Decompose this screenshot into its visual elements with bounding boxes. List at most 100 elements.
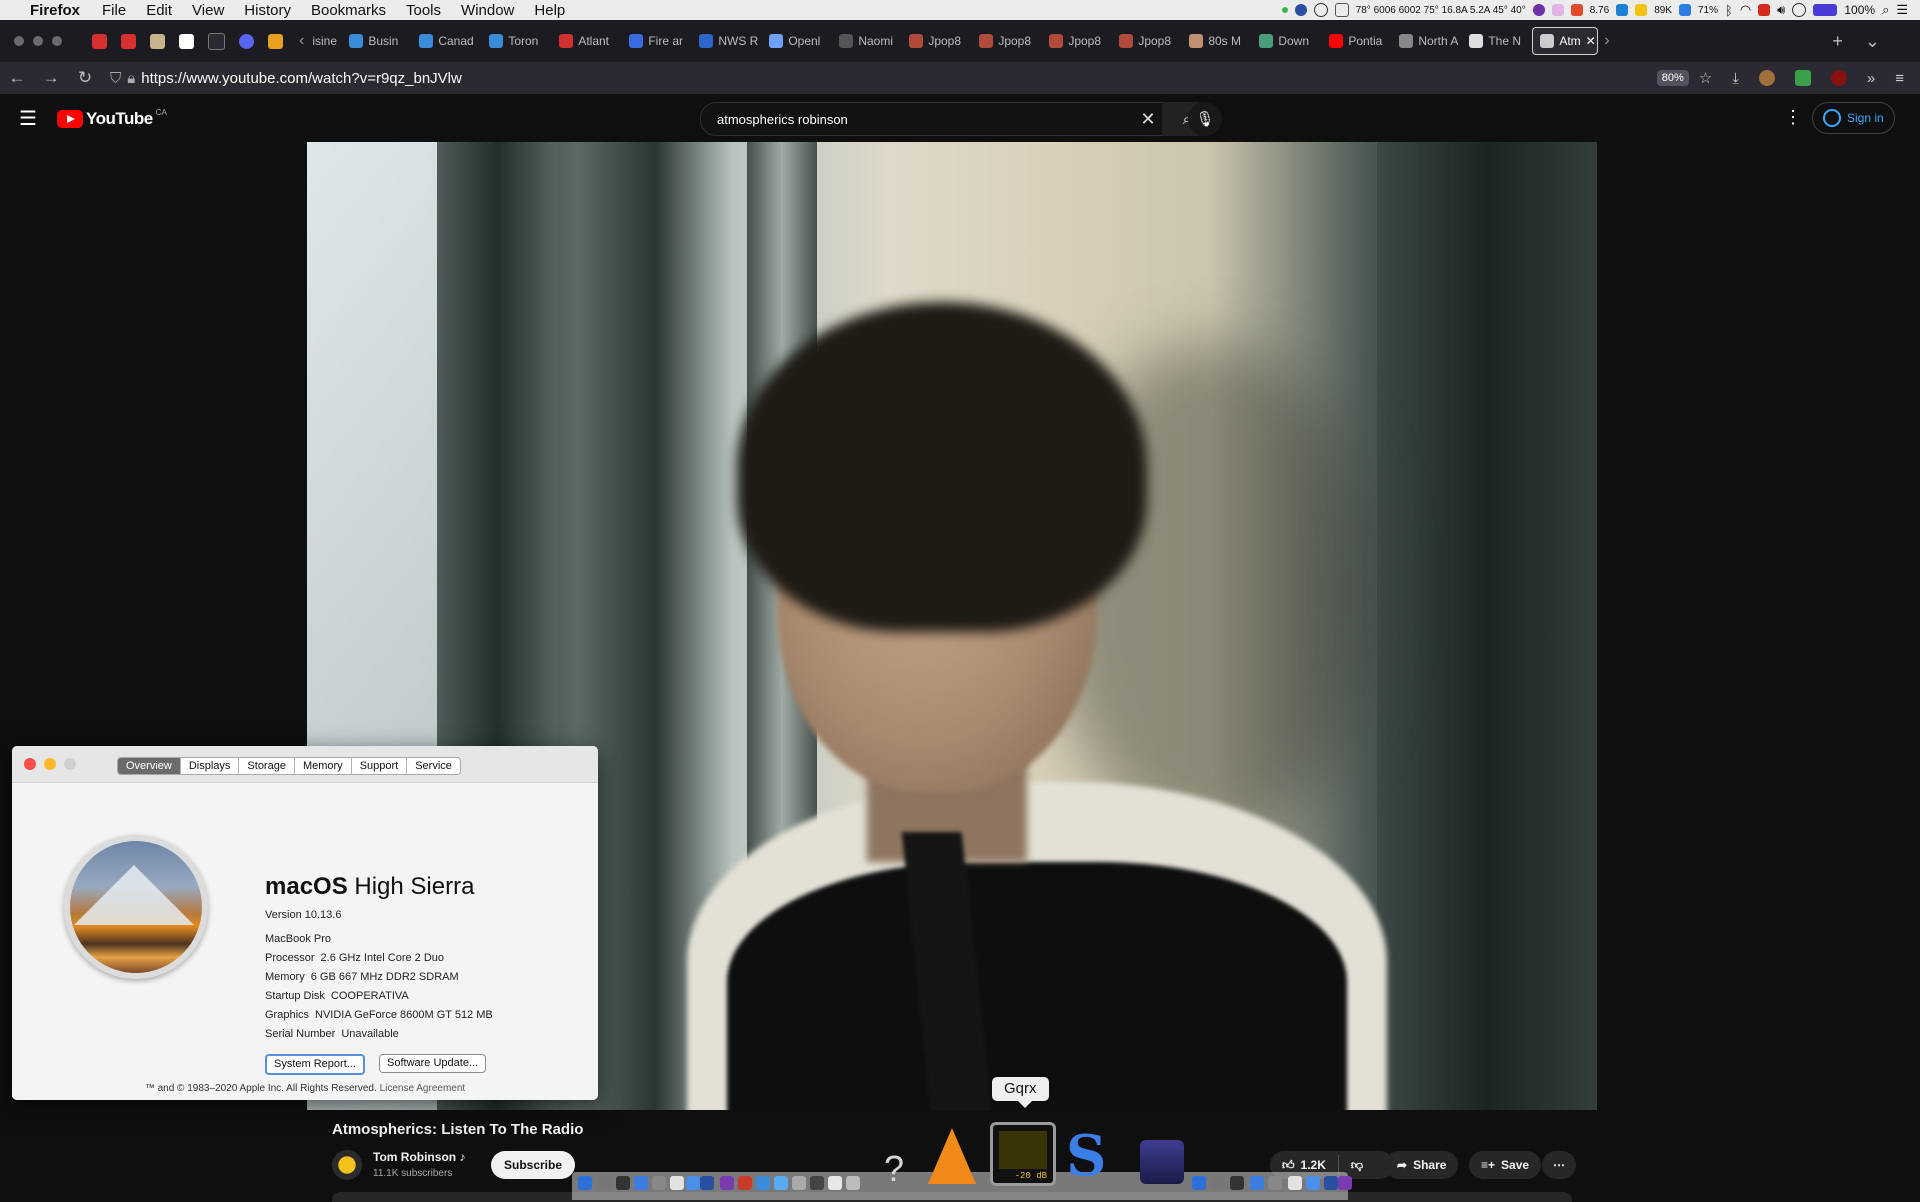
browser-tab[interactable]: Down <box>1252 28 1318 54</box>
menu-file[interactable]: File <box>102 2 126 19</box>
spotlight-search-icon[interactable]: ⌕ <box>1882 2 1889 18</box>
tracking-protection-icon[interactable]: ⛉ <box>110 70 121 87</box>
battery-percent[interactable]: 100% <box>1844 3 1875 17</box>
more-tools-icon[interactable]: » <box>1867 70 1875 87</box>
pinned-tab-icon[interactable] <box>92 33 107 49</box>
sign-in-button[interactable]: Sign in <box>1812 102 1895 134</box>
pinned-tab-icon[interactable] <box>268 33 283 49</box>
bluetooth-icon[interactable]: ᛒ <box>1725 3 1733 18</box>
about-minimize-button[interactable] <box>44 758 56 770</box>
dock-app-icon[interactable] <box>720 1176 734 1190</box>
menu-help[interactable]: Help <box>534 2 565 19</box>
browser-tab[interactable]: Atlant <box>552 28 618 54</box>
guide-menu-icon[interactable]: ☰ <box>19 106 37 131</box>
list-all-tabs-icon[interactable]: ⌄ <box>1865 31 1880 52</box>
dock-app-icon[interactable] <box>792 1176 806 1190</box>
url-text[interactable]: https://www.youtube.com/watch?v=r9qz_bnJ… <box>141 70 462 87</box>
discord-tab-icon[interactable] <box>239 33 254 49</box>
network-globe-icon[interactable] <box>1294 4 1307 16</box>
cpu-bars-icon[interactable] <box>1678 4 1691 16</box>
dock-app-icon[interactable] <box>1306 1176 1320 1190</box>
browser-tab[interactable]: Pontia <box>1322 28 1388 54</box>
like-icon[interactable]: 👍︎ <box>1282 1158 1295 1173</box>
dislike-icon[interactable]: 👎︎ <box>1351 1158 1363 1173</box>
app-menu-icon[interactable]: ≡ <box>1895 70 1904 87</box>
dock-app-icon[interactable] <box>1288 1176 1302 1190</box>
software-update-button[interactable]: Software Update... <box>379 1054 487 1073</box>
ukraine-flag-icon[interactable] <box>1616 4 1629 16</box>
dock-app-icon[interactable] <box>598 1176 612 1190</box>
weather-readout[interactable]: 78° 6006 6002 75° 16.8A 5.2A 45° 40° <box>1356 5 1526 16</box>
menu-tools[interactable]: Tools <box>406 2 441 19</box>
tabs-scroll-right-icon[interactable]: › <box>1604 32 1609 50</box>
s-app-icon[interactable]: S <box>1066 1128 1106 1184</box>
extension-badge-icon[interactable] <box>1794 70 1811 86</box>
dock-app-icon[interactable] <box>686 1176 700 1190</box>
browser-tab[interactable]: Openl <box>762 28 828 54</box>
dock-app-icon[interactable] <box>670 1176 684 1190</box>
wifi-icon[interactable]: ◠ <box>1740 2 1751 18</box>
dock-app-icon[interactable] <box>846 1176 860 1190</box>
stat-readout-1[interactable]: 8.76 <box>1590 5 1609 16</box>
dock-app-icon[interactable] <box>1338 1176 1352 1190</box>
dock-app-icon[interactable] <box>1250 1176 1264 1190</box>
ublock-icon[interactable] <box>1830 70 1847 86</box>
browser-tab[interactable]: 80s M <box>1182 28 1248 54</box>
more-actions-button[interactable]: ⋯ <box>1542 1151 1576 1179</box>
moon-icon[interactable] <box>1532 4 1545 16</box>
back-button[interactable]: ← <box>0 68 34 88</box>
pinned-tab-icon[interactable] <box>150 33 165 49</box>
browser-tab[interactable]: Jpop8 <box>972 28 1038 54</box>
tab-service[interactable]: Service <box>407 758 460 774</box>
voice-search-button[interactable]: 🎙︎ <box>1188 102 1222 136</box>
tabs-scroll-left-icon[interactable]: ‹ <box>299 32 304 50</box>
lock-icon[interactable]: 🔒︎ <box>127 70 135 87</box>
battery-icon[interactable] <box>1813 4 1838 16</box>
meter-icon[interactable] <box>1551 4 1564 16</box>
dock-app-icon[interactable] <box>738 1176 752 1190</box>
dock-app-icon[interactable] <box>810 1176 824 1190</box>
status-dot-icon[interactable] <box>1281 7 1288 13</box>
browser-tab[interactable]: Canad <box>412 28 478 54</box>
youtube-logo[interactable]: YouTube CA <box>57 108 167 129</box>
dock-app-icon[interactable] <box>774 1176 788 1190</box>
close-tab-icon[interactable]: ✕ <box>1586 34 1596 48</box>
clock-circle-icon[interactable] <box>1313 3 1328 17</box>
canada-flag-icon[interactable] <box>1758 4 1771 16</box>
clear-search-icon[interactable]: ✕ <box>1133 109 1163 130</box>
list-icon[interactable] <box>1334 3 1349 17</box>
dock-app-icon[interactable] <box>1192 1176 1206 1190</box>
browser-tab[interactable]: The N <box>1462 28 1528 54</box>
vlc-app-icon[interactable] <box>928 1128 976 1184</box>
search-input[interactable] <box>715 110 1133 128</box>
dock-app-icon[interactable] <box>828 1176 842 1190</box>
dock-app-icon[interactable] <box>634 1176 648 1190</box>
minimize-window-button[interactable] <box>33 36 43 46</box>
subscribe-button[interactable]: Subscribe <box>491 1151 576 1179</box>
browser-tab[interactable]: Jpop8 <box>1042 28 1108 54</box>
system-report-button[interactable]: System Report... <box>265 1054 365 1075</box>
settings-kebab-icon[interactable]: ⋮ <box>1784 107 1802 128</box>
zoom-window-button[interactable] <box>52 36 62 46</box>
bookmark-star-icon[interactable]: ☆ <box>1699 69 1712 87</box>
browser-tab[interactable]: Fire ar <box>622 28 688 54</box>
extension-cookie-icon[interactable] <box>1758 70 1775 86</box>
tab-displays[interactable]: Displays <box>180 758 240 774</box>
browser-tab[interactable]: Naomi <box>832 28 898 54</box>
tab-partial[interactable]: isine <box>310 28 342 54</box>
forward-button[interactable]: → <box>34 68 68 88</box>
browser-tab[interactable]: NWS R <box>692 28 758 54</box>
dock-app-icon[interactable] <box>1268 1176 1282 1190</box>
close-window-button[interactable] <box>14 36 24 46</box>
new-tab-icon[interactable]: + <box>1832 31 1843 52</box>
reload-button[interactable]: ↻ <box>68 68 102 88</box>
about-close-button[interactable] <box>24 758 36 770</box>
help-app-icon[interactable]: ? <box>884 1148 904 1190</box>
dock-app-icon[interactable] <box>1230 1176 1244 1190</box>
menu-edit[interactable]: Edit <box>146 2 172 19</box>
dock-app-icon[interactable] <box>1212 1176 1226 1190</box>
channel-avatar[interactable] <box>332 1150 362 1180</box>
downloads-icon[interactable]: ⤓ <box>1732 70 1739 87</box>
stat-readout-3[interactable]: 71% <box>1698 5 1718 16</box>
menu-view[interactable]: View <box>192 2 224 19</box>
